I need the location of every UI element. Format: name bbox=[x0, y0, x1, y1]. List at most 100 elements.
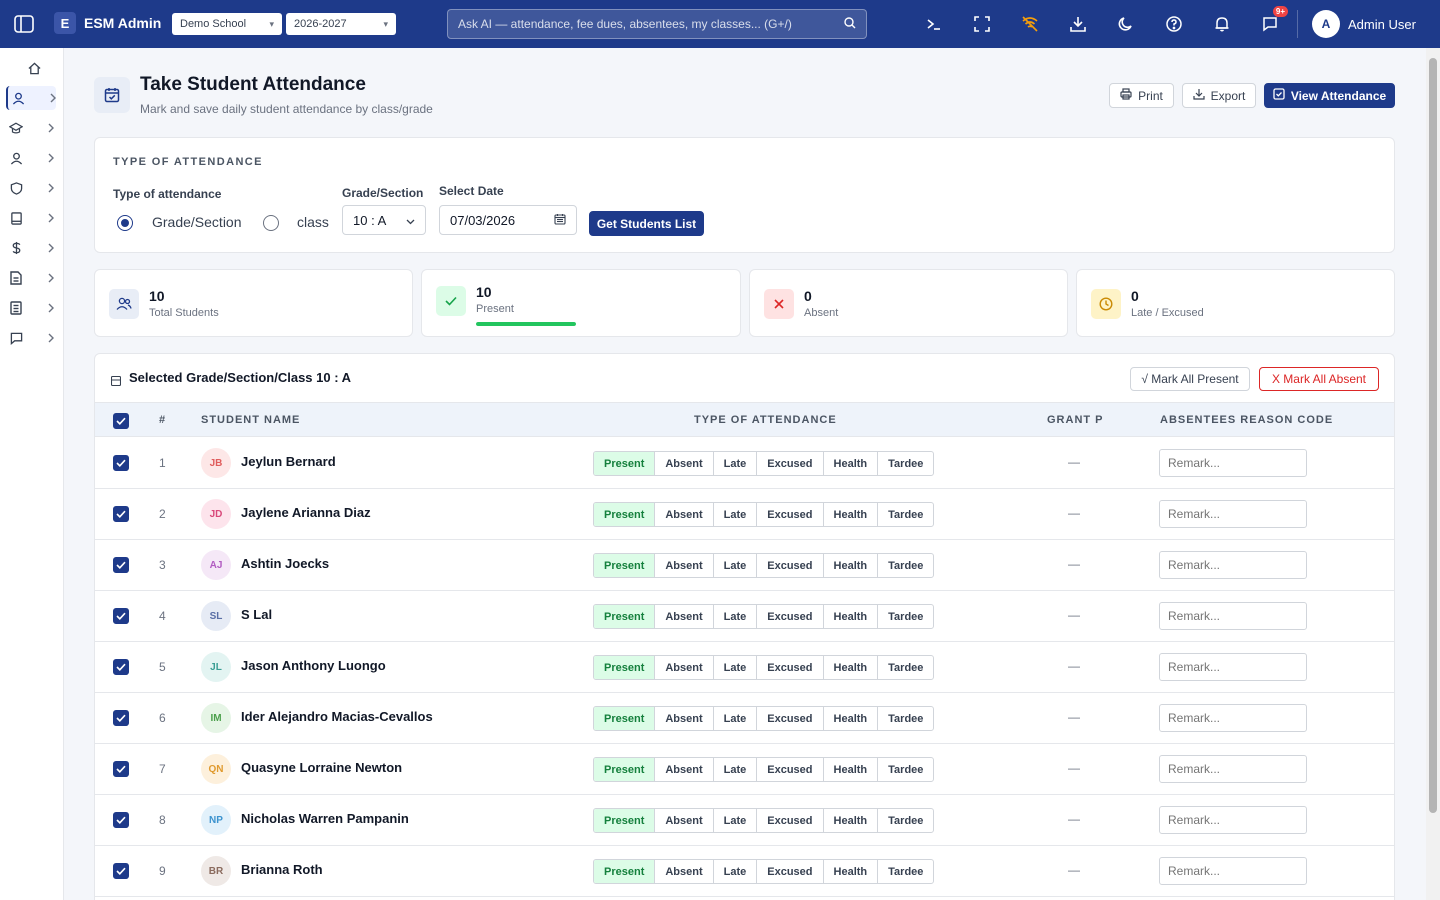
fullscreen-icon[interactable] bbox=[970, 12, 994, 36]
sidebar-item-staff[interactable] bbox=[6, 146, 56, 170]
remark-input[interactable] bbox=[1159, 857, 1307, 885]
dark-mode-icon[interactable] bbox=[1114, 12, 1138, 36]
attendance-option-tardee[interactable]: Tardee bbox=[878, 809, 933, 832]
attendance-option-absent[interactable]: Absent bbox=[655, 860, 714, 883]
attendance-option-health[interactable]: Health bbox=[824, 503, 879, 526]
attendance-option-health[interactable]: Health bbox=[824, 860, 879, 883]
sidebar-item-communication[interactable] bbox=[6, 326, 56, 350]
calendar-icon[interactable] bbox=[554, 213, 566, 228]
sidebar-item-fees[interactable] bbox=[6, 236, 56, 260]
date-input[interactable]: 07/03/2026 bbox=[439, 205, 577, 235]
grade-section-select[interactable]: 10 : A bbox=[342, 205, 426, 235]
remark-input[interactable] bbox=[1159, 449, 1307, 477]
print-button[interactable]: Print bbox=[1109, 83, 1174, 108]
row-checkbox[interactable] bbox=[113, 608, 129, 624]
attendance-option-present[interactable]: Present bbox=[594, 707, 656, 730]
attendance-option-tardee[interactable]: Tardee bbox=[878, 554, 933, 577]
attendance-option-excused[interactable]: Excused bbox=[757, 656, 824, 679]
attendance-option-present[interactable]: Present bbox=[594, 452, 656, 475]
remark-input[interactable] bbox=[1159, 602, 1307, 630]
attendance-option-present[interactable]: Present bbox=[594, 554, 656, 577]
attendance-option-absent[interactable]: Absent bbox=[655, 605, 714, 628]
attendance-option-present[interactable]: Present bbox=[594, 503, 656, 526]
sidebar-item-home[interactable] bbox=[6, 56, 56, 80]
attendance-option-late[interactable]: Late bbox=[714, 605, 758, 628]
school-select[interactable]: Demo School ▾ bbox=[172, 13, 282, 35]
year-select[interactable]: 2026-2027 ▾ bbox=[286, 13, 396, 35]
attendance-option-late[interactable]: Late bbox=[714, 656, 758, 679]
remark-input[interactable] bbox=[1159, 500, 1307, 528]
attendance-option-tardee[interactable]: Tardee bbox=[878, 860, 933, 883]
row-checkbox[interactable] bbox=[113, 761, 129, 777]
search-icon[interactable] bbox=[844, 16, 856, 32]
attendance-option-absent[interactable]: Absent bbox=[655, 707, 714, 730]
attendance-option-excused[interactable]: Excused bbox=[757, 809, 824, 832]
attendance-option-absent[interactable]: Absent bbox=[655, 503, 714, 526]
attendance-option-health[interactable]: Health bbox=[824, 707, 879, 730]
help-icon[interactable] bbox=[1162, 12, 1186, 36]
scrollbar-thumb[interactable] bbox=[1429, 58, 1437, 813]
sidebar-item-forms[interactable] bbox=[6, 296, 56, 320]
attendance-option-late[interactable]: Late bbox=[714, 554, 758, 577]
select-all-checkbox[interactable] bbox=[113, 413, 129, 429]
attendance-option-absent[interactable]: Absent bbox=[655, 554, 714, 577]
attendance-option-present[interactable]: Present bbox=[594, 656, 656, 679]
attendance-option-present[interactable]: Present bbox=[594, 605, 656, 628]
row-checkbox[interactable] bbox=[113, 863, 129, 879]
attendance-option-present[interactable]: Present bbox=[594, 860, 656, 883]
export-button[interactable]: Export bbox=[1182, 83, 1256, 108]
attendance-option-absent[interactable]: Absent bbox=[655, 656, 714, 679]
row-checkbox[interactable] bbox=[113, 659, 129, 675]
attendance-option-excused[interactable]: Excused bbox=[757, 452, 824, 475]
radio-class[interactable] bbox=[263, 215, 279, 231]
user-menu[interactable]: A Admin User bbox=[1312, 10, 1416, 38]
messages-icon[interactable]: 9+ bbox=[1258, 6, 1288, 36]
attendance-option-present[interactable]: Present bbox=[594, 809, 656, 832]
radio-grade-section[interactable] bbox=[117, 215, 133, 231]
row-checkbox[interactable] bbox=[113, 710, 129, 726]
attendance-option-tardee[interactable]: Tardee bbox=[878, 758, 933, 781]
attendance-option-health[interactable]: Health bbox=[824, 554, 879, 577]
row-checkbox[interactable] bbox=[113, 812, 129, 828]
remark-input[interactable] bbox=[1159, 806, 1307, 834]
attendance-option-late[interactable]: Late bbox=[714, 809, 758, 832]
attendance-option-excused[interactable]: Excused bbox=[757, 605, 824, 628]
row-checkbox[interactable] bbox=[113, 506, 129, 522]
download-icon[interactable] bbox=[1066, 12, 1090, 36]
attendance-option-health[interactable]: Health bbox=[824, 452, 879, 475]
row-checkbox[interactable] bbox=[113, 557, 129, 573]
ai-search-input[interactable]: Ask AI — attendance, fee dues, absentees… bbox=[447, 9, 867, 39]
sidebar-item-academics[interactable] bbox=[6, 116, 56, 140]
attendance-option-tardee[interactable]: Tardee bbox=[878, 707, 933, 730]
mark-all-present-button[interactable]: √ Mark All Present bbox=[1130, 367, 1250, 391]
attendance-option-absent[interactable]: Absent bbox=[655, 452, 714, 475]
attendance-option-health[interactable]: Health bbox=[824, 656, 879, 679]
page-scrollbar[interactable] bbox=[1426, 48, 1440, 900]
attendance-option-late[interactable]: Late bbox=[714, 860, 758, 883]
attendance-option-tardee[interactable]: Tardee bbox=[878, 605, 933, 628]
sidebar-item-security[interactable] bbox=[6, 176, 56, 200]
view-attendance-button[interactable]: View Attendance bbox=[1264, 83, 1395, 108]
attendance-option-excused[interactable]: Excused bbox=[757, 860, 824, 883]
attendance-option-excused[interactable]: Excused bbox=[757, 758, 824, 781]
sidebar-toggle-icon[interactable] bbox=[12, 12, 36, 36]
get-students-button[interactable]: Get Students List bbox=[589, 211, 704, 236]
row-checkbox[interactable] bbox=[113, 455, 129, 471]
brand[interactable]: E ESM Admin bbox=[54, 12, 161, 34]
attendance-option-absent[interactable]: Absent bbox=[655, 809, 714, 832]
remark-input[interactable] bbox=[1159, 704, 1307, 732]
sidebar-item-reports[interactable] bbox=[6, 266, 56, 290]
attendance-option-late[interactable]: Late bbox=[714, 758, 758, 781]
attendance-option-excused[interactable]: Excused bbox=[757, 707, 824, 730]
attendance-option-absent[interactable]: Absent bbox=[655, 758, 714, 781]
terminal-icon[interactable] bbox=[922, 12, 946, 36]
attendance-option-health[interactable]: Health bbox=[824, 605, 879, 628]
attendance-option-late[interactable]: Late bbox=[714, 707, 758, 730]
attendance-option-present[interactable]: Present bbox=[594, 758, 656, 781]
bell-icon[interactable] bbox=[1210, 12, 1234, 36]
remark-input[interactable] bbox=[1159, 551, 1307, 579]
remark-input[interactable] bbox=[1159, 653, 1307, 681]
remark-input[interactable] bbox=[1159, 755, 1307, 783]
attendance-option-tardee[interactable]: Tardee bbox=[878, 656, 933, 679]
attendance-option-tardee[interactable]: Tardee bbox=[878, 452, 933, 475]
